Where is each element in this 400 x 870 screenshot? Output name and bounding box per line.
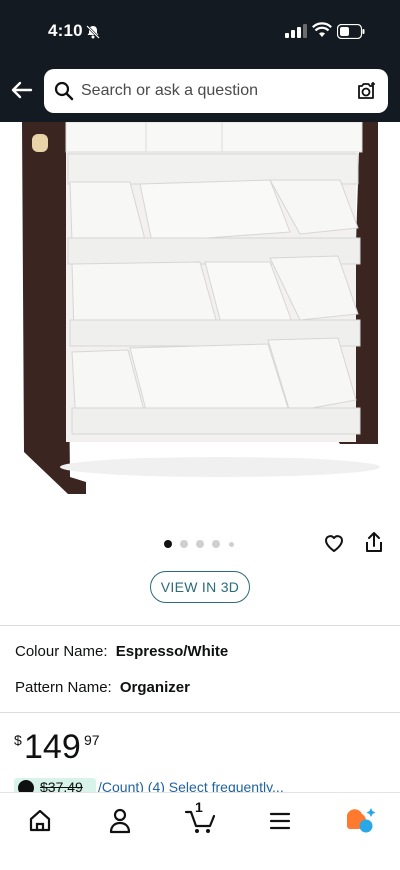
view-in-3d-button[interactable]: VIEW IN 3D: [150, 571, 250, 603]
search-placeholder: Search or ask a question: [81, 82, 258, 99]
price-fraction: 97: [84, 732, 100, 748]
camera-lens-icon[interactable]: [354, 79, 378, 103]
search-icon: [54, 81, 74, 101]
deal-icon: [18, 780, 34, 792]
divider: [0, 712, 400, 713]
wifi-icon: [312, 22, 332, 37]
deal-more-text[interactable]: /Count) (4) Select frequently...: [98, 779, 284, 792]
bottom-nav: 1: [0, 792, 400, 870]
search-input[interactable]: Search or ask a question: [44, 69, 388, 113]
home-icon[interactable]: [20, 803, 60, 839]
deal-row: $37.49 /Count) (4) Select frequently...: [14, 778, 394, 792]
menu-icon[interactable]: [260, 803, 300, 839]
deal-was-price: $37.49: [40, 779, 83, 792]
search-row: Search or ask a question: [0, 66, 400, 118]
price-currency: $: [14, 732, 22, 748]
share-icon[interactable]: [362, 531, 386, 555]
account-icon[interactable]: [100, 803, 140, 839]
bell-muted-icon: [86, 25, 100, 39]
battery-icon: [337, 24, 365, 39]
cart-count: 1: [195, 799, 203, 815]
colour-name-row: Colour Name: Espresso/White: [15, 643, 228, 660]
status-time: 4:10: [48, 21, 83, 40]
image-dot[interactable]: [212, 540, 220, 548]
image-dot[interactable]: [196, 540, 204, 548]
attribute-label: Pattern Name:: [15, 679, 112, 696]
rufus-icon[interactable]: [340, 803, 380, 839]
divider: [0, 625, 400, 626]
attribute-value: Espresso/White: [115, 643, 229, 660]
image-dot[interactable]: [229, 541, 234, 547]
app-header: 4:10 Search or ask a question: [0, 0, 400, 122]
cart-button[interactable]: 1: [180, 799, 220, 839]
image-dot[interactable]: [164, 540, 172, 548]
attribute-value: Organizer: [119, 679, 190, 696]
heart-icon[interactable]: [322, 531, 346, 555]
image-dot[interactable]: [180, 540, 188, 548]
deal-link[interactable]: /Count) (4) Select frequently...: [98, 779, 284, 792]
status-bar: 4:10: [0, 0, 400, 64]
price-whole: 149: [24, 728, 81, 766]
pattern-name-row: Pattern Name: Organizer: [15, 679, 190, 696]
product-image[interactable]: [0, 122, 400, 522]
signal-icon: [285, 24, 307, 38]
attribute-label: Colour Name:: [15, 643, 108, 660]
back-arrow-icon[interactable]: [10, 78, 34, 102]
toy-organizer-image: [22, 122, 380, 494]
